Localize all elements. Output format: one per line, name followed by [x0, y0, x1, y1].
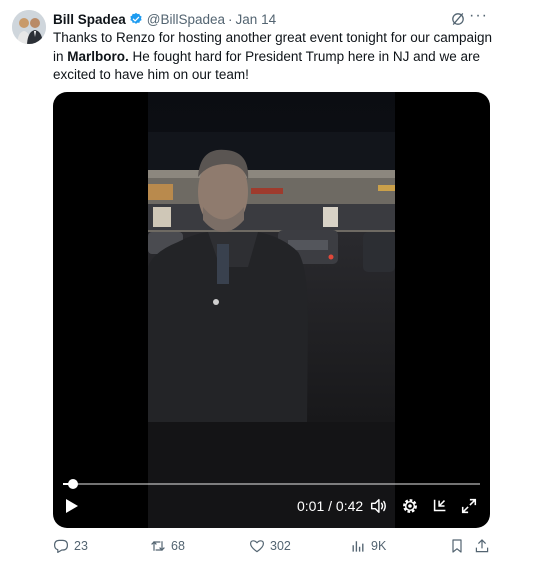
volume-icon[interactable] [369, 497, 387, 515]
reply-icon [54, 539, 68, 553]
separator-dot: · [228, 11, 233, 27]
video-player[interactable]: 0:01 / 0:42 [53, 92, 490, 528]
current-time: 0:01 [297, 498, 325, 514]
video-controls: 0:01 / 0:42 [53, 468, 490, 528]
avatar[interactable] [12, 10, 46, 44]
author-handle[interactable]: @BillSpadea [147, 12, 225, 27]
reply-count: 23 [74, 539, 88, 553]
repost-icon [151, 541, 165, 551]
tweet-text: Thanks to Renzo for hosting another grea… [53, 29, 493, 85]
progress-knob[interactable] [68, 479, 78, 489]
views-button[interactable]: 9K [350, 538, 386, 554]
fullscreen-icon[interactable] [460, 497, 478, 515]
verified-badge-icon [130, 12, 142, 24]
share-icon [475, 539, 489, 553]
video-time: 0:01 / 0:42 [297, 498, 363, 514]
view-count: 9K [371, 539, 387, 553]
video-frame [148, 92, 395, 528]
tweet-card[interactable]: Bill Spadea @BillSpadea · Jan 14 ··· Tha… [0, 0, 534, 564]
tweet-date[interactable]: Jan 14 [236, 12, 277, 27]
more-icon[interactable]: ··· [469, 7, 488, 25]
action-bar: 23 68 302 9K [53, 538, 494, 558]
play-icon[interactable] [65, 498, 79, 514]
repost-count: 68 [171, 539, 185, 553]
tweet-text-bold: Marlboro. [67, 48, 129, 64]
progress-bar[interactable] [63, 479, 480, 489]
duration: 0:42 [335, 498, 364, 514]
grok-icon[interactable] [450, 11, 466, 27]
time-separator: / [324, 498, 336, 514]
settings-icon[interactable] [401, 497, 419, 515]
author-name[interactable]: Bill Spadea [53, 12, 126, 27]
pip-icon[interactable] [431, 497, 449, 515]
bookmark-icon [452, 539, 462, 553]
views-icon [352, 541, 364, 552]
avatar-image [12, 10, 46, 44]
like-button[interactable]: 302 [249, 538, 291, 554]
reply-button[interactable]: 23 [53, 538, 88, 554]
like-count: 302 [270, 539, 291, 553]
repost-button[interactable]: 68 [150, 538, 185, 554]
bookmark-button[interactable] [449, 538, 470, 554]
tweet-header: Bill Spadea @BillSpadea · Jan 14 [53, 10, 494, 28]
like-icon [250, 540, 264, 553]
share-button[interactable] [474, 538, 495, 554]
